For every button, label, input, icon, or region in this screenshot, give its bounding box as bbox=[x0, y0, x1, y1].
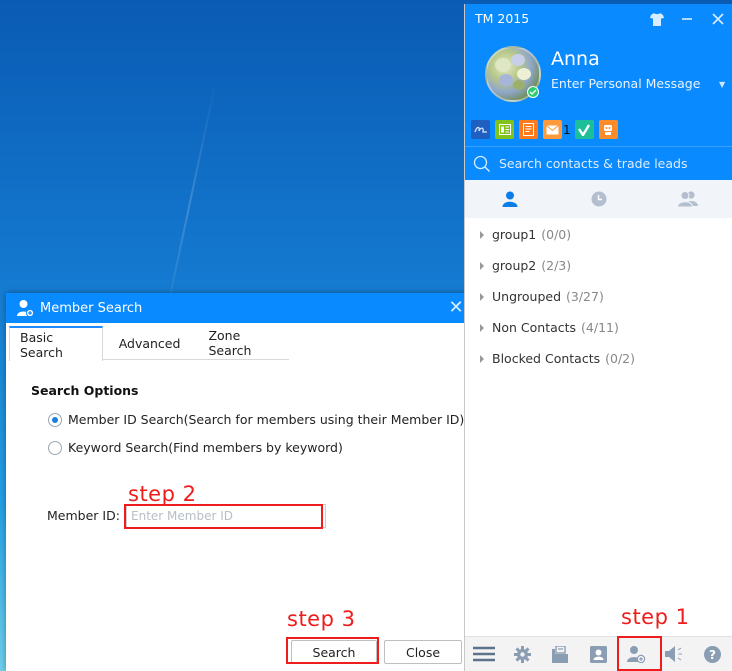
online-status-icon bbox=[527, 86, 539, 98]
news-icon[interactable] bbox=[495, 120, 514, 139]
group-item[interactable]: Ungrouped (3/27) bbox=[465, 281, 732, 312]
contact-card-icon[interactable] bbox=[579, 637, 617, 671]
close-icon[interactable]: ✕ bbox=[446, 298, 466, 318]
group-item[interactable]: group2 (2/3) bbox=[465, 250, 732, 281]
group-name: group1 bbox=[492, 227, 537, 242]
option-label: Member ID Search(Search for members usin… bbox=[68, 412, 465, 427]
add-user-icon bbox=[17, 300, 34, 317]
close-icon[interactable] bbox=[708, 8, 728, 30]
people-icon bbox=[677, 191, 699, 207]
close-button[interactable]: Close bbox=[384, 640, 462, 664]
alibaba-icon[interactable] bbox=[471, 120, 490, 139]
robot-icon[interactable] bbox=[598, 120, 618, 139]
group-item[interactable]: group1 (0/0) bbox=[465, 219, 732, 250]
caret-right-icon bbox=[480, 261, 484, 270]
chevron-down-icon[interactable]: ▼ bbox=[719, 80, 725, 89]
radio-unchecked[interactable] bbox=[48, 440, 62, 455]
caret-right-icon bbox=[480, 354, 484, 363]
member-id-search-option[interactable]: Member ID Search(Search for members usin… bbox=[48, 412, 464, 427]
person-icon bbox=[502, 191, 518, 207]
search-placeholder: Search contacts & trade leads bbox=[499, 156, 688, 171]
tm-header: TM 2015 Anna Enter Personal Message ▼ 1 … bbox=[465, 4, 732, 180]
app-shortcuts: 1 bbox=[471, 120, 623, 139]
tm-footer-toolbar: ? bbox=[465, 636, 732, 671]
keyword-search-option[interactable]: Keyword Search(Find members by keyword) bbox=[48, 440, 343, 455]
gear-icon[interactable] bbox=[503, 637, 541, 671]
search-tabs: Basic Search Advanced Zone Search bbox=[9, 326, 289, 361]
step-1-label: step 1 bbox=[621, 605, 690, 629]
check-icon[interactable] bbox=[574, 120, 594, 139]
step-3-label: step 3 bbox=[287, 607, 356, 631]
personal-message[interactable]: Enter Personal Message bbox=[551, 76, 700, 91]
group-item[interactable]: Blocked Contacts (0/2) bbox=[465, 343, 732, 374]
desktop-wallpaper-streak bbox=[169, 79, 217, 296]
minimize-icon[interactable] bbox=[677, 8, 697, 30]
caret-right-icon bbox=[480, 230, 484, 239]
inbox-icon[interactable] bbox=[541, 637, 579, 671]
tab-zone-search[interactable]: Zone Search bbox=[194, 326, 289, 360]
group-name: Non Contacts bbox=[492, 320, 577, 335]
group-name: Ungrouped bbox=[492, 289, 562, 304]
group-count: (2/3) bbox=[541, 258, 572, 273]
tab-basic-search[interactable]: Basic Search bbox=[9, 326, 103, 361]
dialog-titlebar[interactable]: Member Search bbox=[6, 293, 468, 323]
caret-right-icon bbox=[480, 292, 484, 301]
group-name: group2 bbox=[492, 258, 537, 273]
member-search-dialog: Member Search ✕ Basic Search Advanced Zo… bbox=[6, 293, 468, 671]
group-item[interactable]: Non Contacts (4/11) bbox=[465, 312, 732, 343]
help-icon[interactable]: ? bbox=[693, 637, 731, 671]
contacts-tab[interactable] bbox=[465, 180, 554, 218]
search-icon bbox=[473, 155, 490, 172]
caret-right-icon bbox=[480, 323, 484, 332]
app-title: TM 2015 bbox=[475, 11, 530, 26]
search-options-heading: Search Options bbox=[31, 383, 139, 398]
option-label: Keyword Search(Find members by keyword) bbox=[68, 440, 343, 455]
tm-main-window: TM 2015 Anna Enter Personal Message ▼ 1 … bbox=[464, 4, 732, 671]
group-count: (0/0) bbox=[541, 227, 572, 242]
dialog-title: Member Search bbox=[40, 300, 143, 316]
step-3-highlight bbox=[286, 637, 379, 664]
step-2-label: step 2 bbox=[128, 482, 197, 506]
group-count: (3/27) bbox=[566, 289, 604, 304]
group-count: (4/11) bbox=[581, 320, 619, 335]
radio-checked[interactable] bbox=[48, 412, 62, 427]
mail-count-badge: 1 bbox=[563, 122, 571, 137]
group-count: (0/2) bbox=[605, 351, 635, 366]
step-2-highlight bbox=[124, 504, 323, 529]
tshirt-icon[interactable] bbox=[647, 8, 667, 30]
step-1-highlight bbox=[617, 636, 662, 671]
contact-search-input[interactable]: Search contacts & trade leads bbox=[465, 146, 732, 180]
recent-tab[interactable] bbox=[554, 180, 643, 218]
mail-icon[interactable] bbox=[543, 120, 562, 139]
notes-icon[interactable] bbox=[519, 120, 538, 139]
contact-group-list: group1 (0/0) group2 (2/3) Ungrouped (3/2… bbox=[465, 219, 732, 374]
contact-tabs bbox=[465, 180, 732, 218]
group-name: Blocked Contacts bbox=[492, 351, 601, 366]
tab-advanced[interactable]: Advanced bbox=[103, 326, 195, 360]
svg-text:?: ? bbox=[709, 648, 716, 662]
menu-icon[interactable] bbox=[465, 637, 503, 671]
clock-icon bbox=[591, 191, 607, 207]
user-name: Anna bbox=[551, 48, 600, 70]
member-id-label: Member ID: bbox=[47, 508, 120, 523]
groups-tab[interactable] bbox=[644, 180, 732, 218]
